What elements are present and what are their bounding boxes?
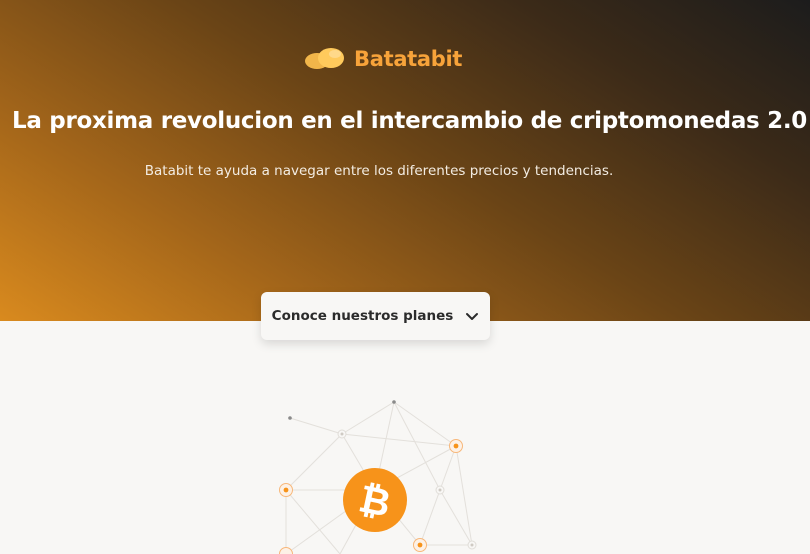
page-subtitle: Batabit te ayuda a navegar entre los dif…	[144, 163, 614, 179]
plans-button[interactable]: Conoce nuestros planes	[261, 292, 490, 340]
hero-section: Batatabit La proxima revolucion en el in…	[0, 0, 810, 321]
plans-button-label: Conoce nuestros planes	[271, 308, 454, 324]
potato-logo-icon	[305, 48, 344, 69]
brand-name: Batatabit	[354, 47, 463, 71]
brand-logo[interactable]: Batatabit	[304, 45, 462, 73]
chevron-down-icon	[466, 312, 479, 320]
page-title: La proxima revolucion en el intercambio …	[12, 108, 807, 134]
bitcoin-icon: ₿	[343, 468, 407, 532]
crypto-network-illustration: ₿	[279, 400, 477, 554]
